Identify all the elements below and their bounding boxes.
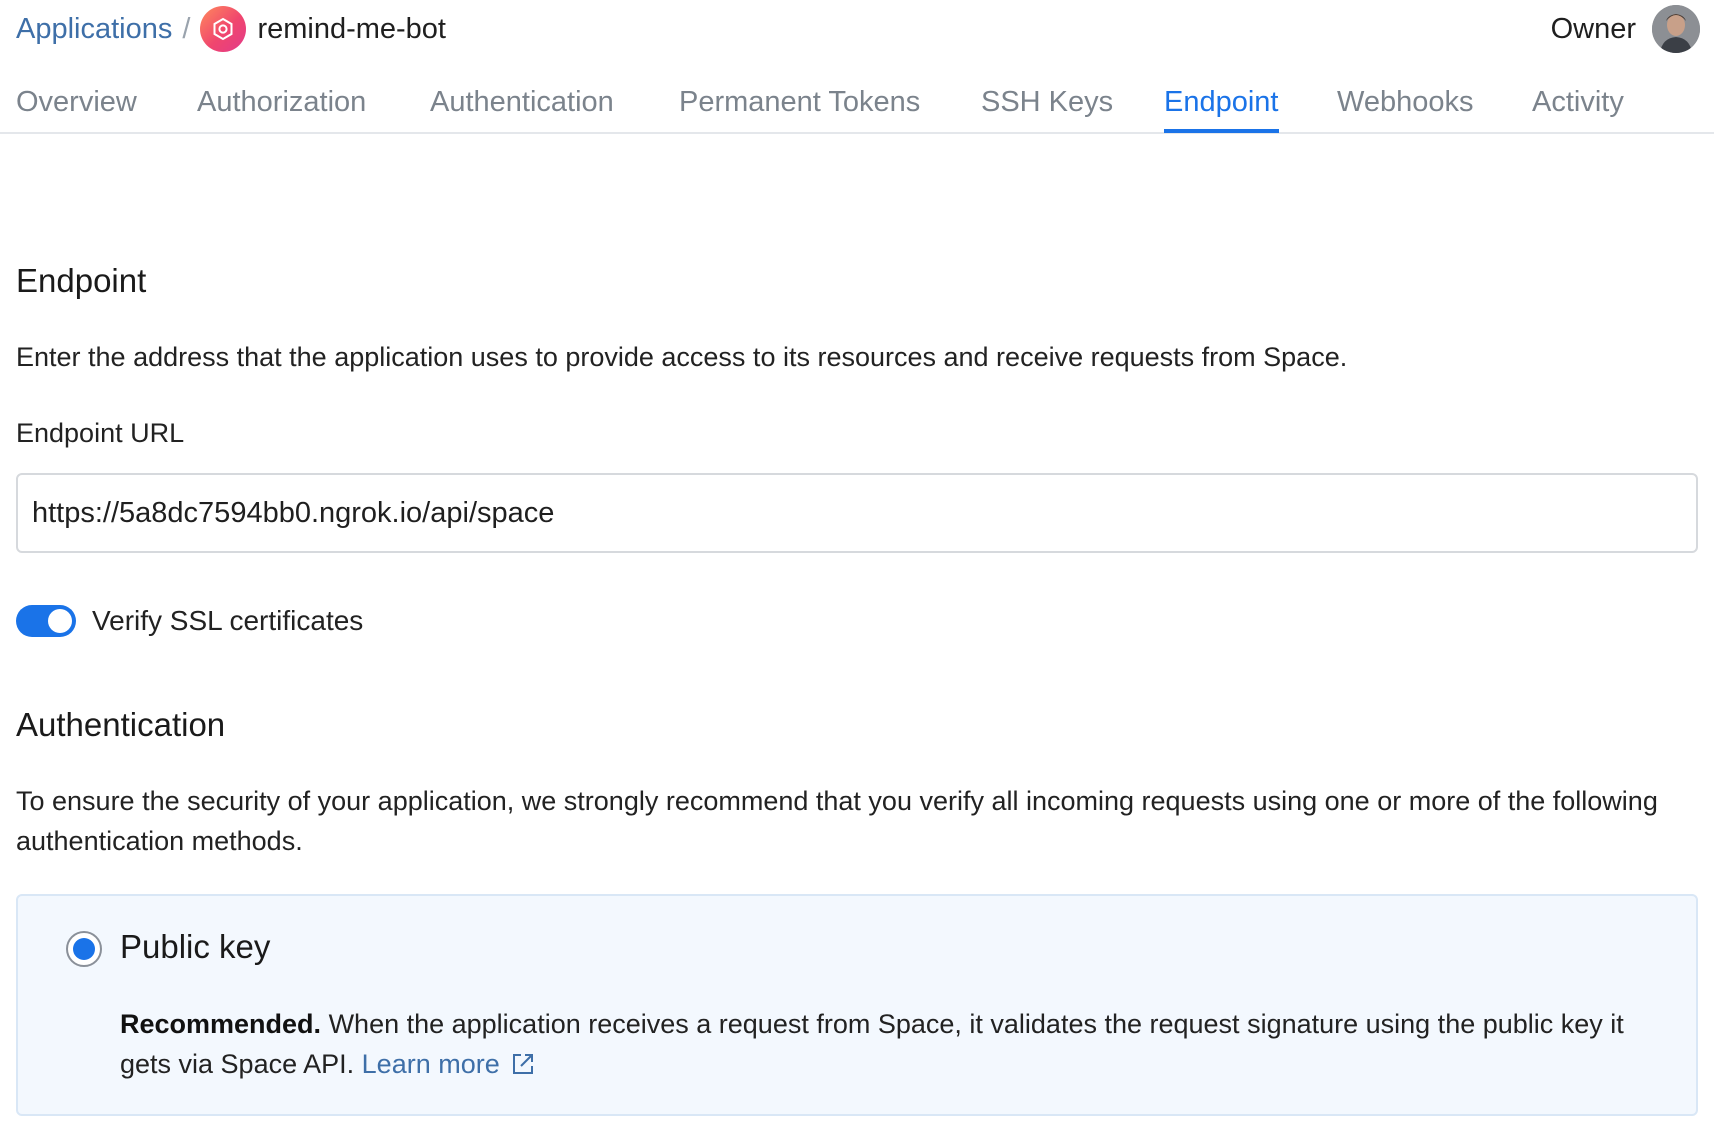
breadcrumb: Applications / remind-me-bot (16, 4, 446, 54)
tab-bar: Overview Authorization Authentication Pe… (0, 72, 1714, 134)
tab-ssh-keys[interactable]: SSH Keys (981, 86, 1113, 133)
app-logo-icon (200, 6, 247, 52)
endpoint-description: Enter the address that the application u… (16, 342, 1348, 372)
verify-ssl-toggle[interactable] (16, 605, 76, 637)
public-key-radio[interactable] (66, 931, 102, 967)
avatar[interactable] (1652, 5, 1700, 53)
endpoint-url-label: Endpoint URL (16, 418, 185, 448)
breadcrumb-separator: / (182, 12, 191, 45)
tab-permanent-tokens[interactable]: Permanent Tokens (679, 86, 920, 133)
owner-label: Owner (1550, 12, 1636, 45)
endpoint-section-title: Endpoint (16, 262, 147, 299)
tab-authentication[interactable]: Authentication (430, 86, 614, 133)
owner-section: Owner (1551, 4, 1700, 54)
tab-activity[interactable]: Activity (1532, 86, 1624, 133)
public-key-option-card: Public key Recommended. When the applica… (16, 894, 1698, 1116)
tab-overview[interactable]: Overview (16, 86, 137, 133)
tab-authorization[interactable]: Authorization (197, 86, 366, 133)
recommended-badge-text: Recommended. (120, 1009, 322, 1039)
tab-webhooks[interactable]: Webhooks (1337, 86, 1474, 133)
authentication-section-title: Authentication (16, 706, 226, 743)
breadcrumb-applications-link[interactable]: Applications (16, 13, 172, 46)
learn-more-link[interactable]: Learn more (362, 1049, 500, 1079)
tab-endpoint[interactable]: Endpoint (1164, 86, 1279, 133)
public-key-explanation: When the application receives a request … (120, 1009, 1624, 1079)
public-key-description: Recommended. When the application receiv… (120, 1004, 1660, 1088)
authentication-description: To ensure the security of your applicati… (16, 786, 1658, 856)
endpoint-url-input[interactable] (16, 473, 1698, 553)
public-key-label[interactable]: Public key (120, 928, 270, 966)
top-bar: Applications / remind-me-bot Owner (0, 0, 1714, 56)
ssl-toggle-row: Verify SSL certificates (16, 600, 363, 642)
app-name: remind-me-bot (257, 12, 446, 45)
toggle-knob (48, 609, 72, 633)
external-link-icon[interactable] (510, 1048, 536, 1088)
radio-selected-dot (73, 938, 95, 960)
verify-ssl-label: Verify SSL certificates (92, 605, 364, 636)
